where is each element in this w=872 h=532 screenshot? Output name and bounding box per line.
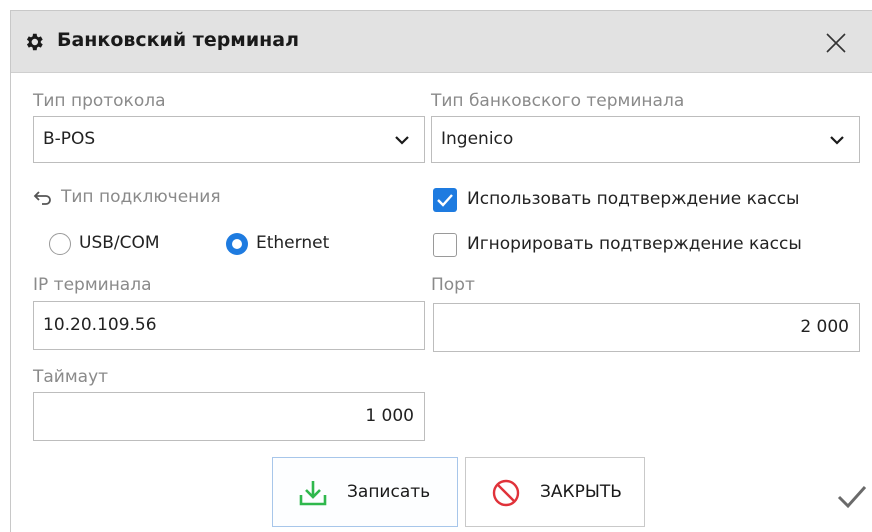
timeout-label: Таймаут	[33, 367, 109, 387]
radio-ethernet-label: Ethernet	[256, 233, 330, 253]
ip-value: 10.20.109.56	[43, 315, 157, 335]
checkmark-icon	[837, 485, 867, 509]
ignore-confirmation-label: Игнорировать подтверждение кассы	[467, 234, 802, 254]
ignore-confirmation-checkbox[interactable]	[433, 233, 457, 257]
protocol-value: B-POS	[43, 129, 96, 149]
terminal-type-value: Ingenico	[441, 129, 514, 149]
ip-input[interactable]: 10.20.109.56	[33, 301, 425, 350]
radio-usb-com-label: USB/COM	[79, 233, 160, 253]
radio-ethernet[interactable]	[226, 233, 248, 255]
dialog-title: Банковский терминал	[57, 29, 300, 51]
radio-usb-com[interactable]	[49, 233, 71, 255]
bank-terminal-dialog: Банковский терминал Тип протокола B-POS …	[10, 10, 872, 532]
close-icon[interactable]	[821, 28, 851, 58]
port-value: 2 000	[800, 317, 849, 337]
use-confirmation-label: Использовать подтверждение кассы	[467, 189, 800, 209]
save-button[interactable]: Записать	[272, 457, 458, 527]
chevron-down-icon	[830, 136, 844, 145]
checkmark-icon	[437, 194, 453, 207]
prohibited-icon	[492, 479, 520, 507]
timeout-input[interactable]: 1 000	[33, 392, 425, 441]
title-bar: Банковский терминал	[11, 11, 872, 73]
save-button-label: Записать	[347, 482, 431, 502]
timeout-value: 1 000	[365, 406, 414, 426]
use-confirmation-checkbox[interactable]	[433, 188, 457, 212]
connection-type-label: Тип подключения	[61, 187, 221, 207]
port-input[interactable]: 2 000	[433, 303, 860, 352]
gear-icon	[26, 33, 43, 51]
undo-arrow-icon	[33, 191, 51, 205]
close-button-label: ЗАКРЫТЬ	[540, 482, 622, 502]
download-icon	[299, 481, 327, 506]
ip-label: IP терминала	[33, 275, 152, 295]
port-label: Порт	[431, 275, 475, 295]
protocol-label: Тип протокола	[33, 91, 166, 111]
protocol-select[interactable]: B-POS	[33, 116, 425, 163]
terminal-type-select[interactable]: Ingenico	[431, 116, 860, 163]
close-button[interactable]: ЗАКРЫТЬ	[465, 457, 645, 527]
terminal-type-label: Тип банковского терминала	[431, 91, 685, 111]
chevron-down-icon	[395, 136, 409, 145]
